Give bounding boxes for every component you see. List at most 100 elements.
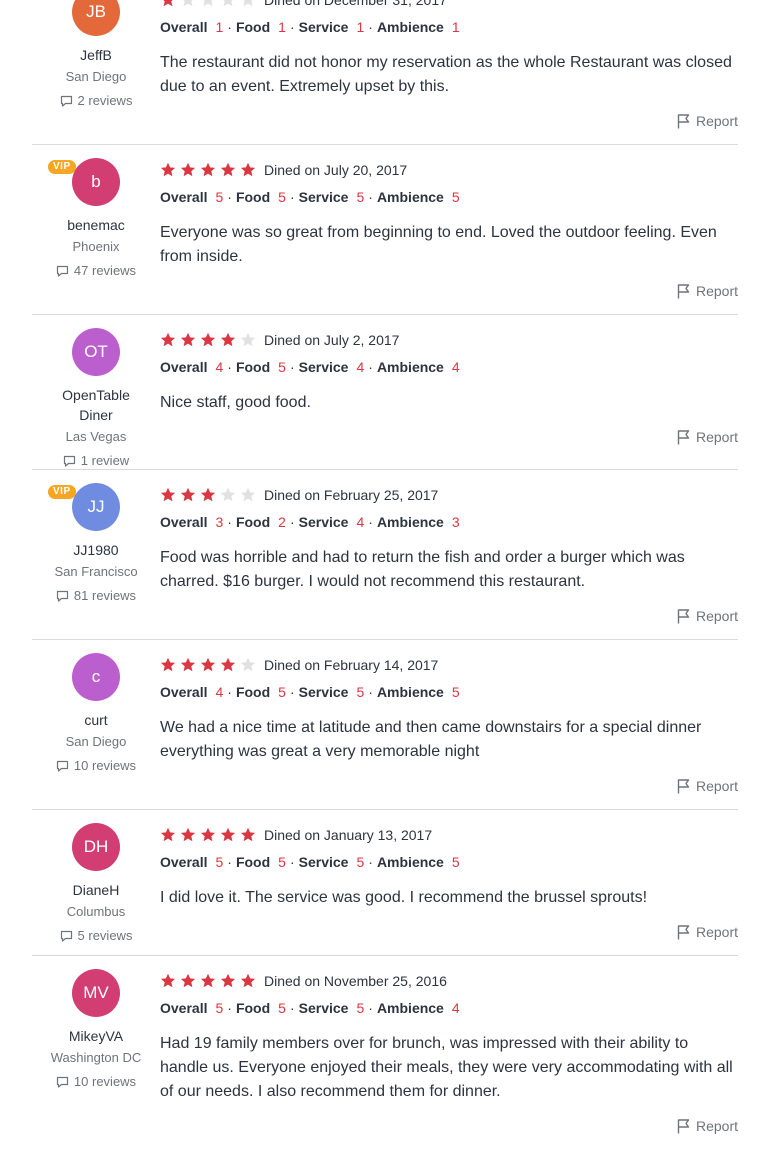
star-empty-icon [223, 0, 233, 7]
star-filled-icon [160, 332, 176, 347]
food-value: 5 [278, 1000, 286, 1016]
star-filled-icon [200, 827, 216, 842]
star-filled-icon [200, 657, 216, 672]
flag-icon [677, 925, 690, 940]
review-count: 10 reviews [56, 758, 136, 774]
review-text: Nice staff, good food. [160, 394, 311, 411]
rating-breakdown: Overall 1 · Food 1 · Service 1 · Ambience 1 [160, 19, 460, 35]
overall-label: Overall [160, 514, 208, 530]
food-label: Food [235, 1000, 271, 1016]
rating-breakdown: Overall 4 · Food 5 · Service 4 · Ambience 4 [160, 359, 460, 375]
report-label: Report [695, 113, 738, 129]
star-filled-icon [163, 0, 173, 7]
reviewer-name[interactable]: DianeH [73, 880, 120, 900]
overall-label: Overall [160, 684, 208, 700]
reviewer-name[interactable]: JeffB [80, 45, 112, 65]
star-empty-icon [183, 0, 193, 7]
overall-label: Overall [160, 189, 208, 205]
report-label: Report [695, 778, 738, 794]
review-card: VIP b benemac Phoenix 47 reviews Dined o… [32, 145, 738, 315]
vip-badge: VIP [48, 485, 76, 499]
star-filled-icon [180, 827, 196, 842]
overall-value: 4 [215, 359, 224, 375]
review-content: Dined on January 13, 2017 Overall 5 · Food 5… [160, 810, 738, 955]
reviewer-name[interactable]: MikeyVA [69, 1026, 123, 1046]
service-value: 4 [356, 514, 365, 530]
reviewer-name[interactable]: curt [84, 710, 107, 730]
review-count: 81 reviews [56, 588, 136, 604]
food-value: 5 [278, 854, 286, 870]
reviewer-name[interactable]: JJ1980 [73, 540, 118, 560]
avatar[interactable]: c [72, 653, 120, 701]
review-content: Dined on December 31, 2017 Overall 1 · Food… [160, 0, 738, 144]
reviewer-name[interactable]: OpenTable Diner [56, 385, 136, 425]
star-filled-icon [220, 162, 236, 177]
avatar[interactable]: DH [72, 823, 120, 871]
dined-date: Dined on February 14, 2017 [264, 657, 439, 673]
star-filled-icon [160, 657, 176, 672]
overall-value: 5 [215, 189, 224, 205]
reviewer-location: San Diego [65, 69, 127, 84]
star-filled-icon [240, 827, 256, 842]
reviewer-name[interactable]: benemac [67, 215, 125, 235]
star-rating [160, 332, 256, 348]
star-filled-icon [180, 487, 196, 502]
avatar-initials: OT [84, 342, 108, 361]
reviewer-location: Las Vegas [65, 429, 127, 444]
avatar[interactable]: b [72, 158, 120, 206]
report-button[interactable]: Report [160, 924, 738, 955]
service-label: Service [298, 359, 349, 375]
review-card: VIP JJ JJ1980 San Francisco 81 reviews D… [32, 470, 738, 640]
service-value: 5 [356, 1000, 365, 1016]
overall-label: Overall [160, 1000, 208, 1016]
avatar[interactable]: JB [72, 0, 120, 36]
star-filled-icon [180, 162, 196, 177]
service-label: Service [298, 189, 349, 205]
flag-icon [677, 779, 690, 794]
avatar[interactable]: JJ [72, 483, 120, 531]
ambience-label: Ambience [376, 854, 444, 870]
report-button[interactable]: Report [160, 113, 738, 144]
report-button[interactable]: Report [160, 778, 738, 809]
reviewer-location: Washington DC [50, 1050, 142, 1065]
food-value: 1 [278, 19, 286, 35]
report-button[interactable]: Report [160, 283, 738, 314]
review-count: 2 reviews [60, 93, 132, 109]
avatar-initials: JB [86, 2, 106, 21]
dined-date: Dined on November 25, 2016 [264, 973, 447, 989]
report-button[interactable]: Report [160, 608, 738, 639]
avatar[interactable]: OT [72, 328, 120, 376]
review-text: Food was horrible and had to return the … [160, 549, 685, 590]
star-rating [160, 973, 256, 989]
star-filled-icon [160, 827, 176, 842]
rating-breakdown: Overall 5 · Food 5 · Service 5 · Ambience 5 [160, 854, 460, 870]
ambience-value: 5 [451, 854, 460, 870]
star-empty-icon [240, 657, 256, 672]
food-value: 2 [278, 514, 286, 530]
report-button[interactable]: Report [160, 429, 738, 460]
avatar[interactable]: MV [72, 969, 120, 1017]
rating-breakdown: Overall 5 · Food 5 · Service 5 · Ambience 5 [160, 189, 460, 205]
report-button[interactable]: Report [160, 1118, 738, 1149]
ambience-value: 4 [451, 359, 460, 375]
speech-bubble-icon [60, 95, 72, 107]
dined-date: Dined on July 20, 2017 [264, 162, 408, 178]
review-count: 10 reviews [56, 1074, 136, 1090]
review-text: Everyone was so great from beginning to … [160, 224, 717, 265]
speech-bubble-icon [56, 1076, 69, 1088]
star-rating [160, 657, 256, 673]
report-label: Report [695, 608, 738, 624]
review-text: Had 19 family members over for brunch, w… [160, 1035, 733, 1100]
avatar-initials: MV [83, 983, 109, 1002]
review-text: I did love it. The service was good. I r… [160, 889, 648, 906]
star-filled-icon [160, 487, 176, 502]
reviewer-location: Columbus [66, 904, 126, 919]
star-filled-icon [240, 162, 256, 177]
star-filled-icon [180, 657, 196, 672]
food-label: Food [235, 189, 271, 205]
service-label: Service [298, 684, 349, 700]
vip-badge: VIP [48, 160, 76, 174]
avatar-initials: c [91, 667, 101, 686]
service-label: Service [298, 854, 349, 870]
review-content: Dined on July 2, 2017 Overall 4 · Food 5 · Ser… [160, 315, 738, 469]
